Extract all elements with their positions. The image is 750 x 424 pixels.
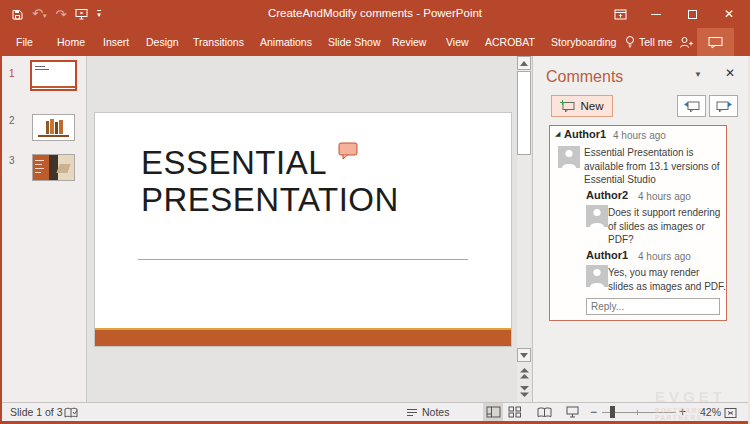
zoom-level[interactable]: 42% — [700, 406, 721, 418]
ribbon-tab-bar: File Home Insert Design Transitions Anim… — [0, 28, 750, 56]
slide-accent-bar — [95, 328, 511, 346]
tab-slide-show[interactable]: Slide Show — [328, 36, 381, 48]
avatar — [558, 146, 580, 168]
new-comment-icon — [560, 100, 575, 113]
panel-options-chevron-icon[interactable]: ▼ — [694, 70, 702, 79]
comments-panel: Comments ▼ ✕ New ◢ Author1 4 hours ago E… — [532, 56, 748, 402]
zoom-in-button[interactable]: + — [679, 405, 686, 419]
slide-thumbnail-panel: 1 2 3 — [0, 56, 87, 402]
reply-text: Does it support rendering of slides as i… — [608, 206, 729, 247]
window-left-border — [0, 402, 2, 421]
zoom-out-button[interactable]: − — [590, 405, 597, 419]
zoom-slider-center-tick — [637, 410, 638, 415]
slide-number: 1 — [9, 68, 15, 79]
spellcheck-icon[interactable] — [64, 407, 78, 419]
previous-slide-button[interactable] — [517, 366, 531, 380]
slide-thumbnail-1[interactable] — [30, 60, 77, 91]
slide-status: Slide 1 of 3 — [10, 406, 63, 418]
slide-sorter-icon — [508, 406, 522, 418]
tab-transitions[interactable]: Transitions — [193, 36, 244, 48]
notes-button[interactable]: Notes — [422, 406, 449, 418]
share-person-icon — [678, 36, 694, 49]
previous-comment-button[interactable] — [677, 95, 706, 117]
tab-file[interactable]: File — [16, 36, 33, 48]
slide-sorter-view-button[interactable] — [505, 403, 525, 421]
slide-title: ESSENTIAL PRESENTATION — [141, 144, 399, 218]
tab-insert[interactable]: Insert — [103, 36, 129, 48]
tab-animations[interactable]: Animations — [260, 36, 312, 48]
slide-divider-line — [138, 259, 468, 260]
close-button[interactable]: ✕ — [721, 0, 737, 28]
maximize-button[interactable] — [684, 0, 700, 28]
tab-storyboarding[interactable]: Storyboarding — [551, 36, 616, 48]
fit-slide-to-window-icon[interactable] — [724, 407, 737, 419]
comment-time: 4 hours ago — [613, 130, 666, 141]
comments-toggle-button[interactable] — [697, 28, 734, 56]
next-comment-button[interactable] — [709, 95, 738, 117]
reply-time: 4 hours ago — [638, 251, 691, 262]
title-bar: ↶▾ ↷ ▾ CreateAndModify comments - PowerP… — [0, 0, 750, 28]
tab-acrobat[interactable]: ACROBAT — [485, 36, 535, 48]
slide-thumbnail-2[interactable] — [32, 114, 75, 141]
tab-view[interactable]: View — [446, 36, 469, 48]
comment-indicator-icon[interactable] — [338, 142, 359, 160]
comment-author: Author1 — [564, 128, 606, 140]
slide-canvas[interactable]: ESSENTIAL PRESENTATION — [94, 112, 512, 347]
reading-view-button[interactable] — [534, 403, 554, 421]
comments-icon — [708, 36, 723, 49]
scrollbar-thumb[interactable] — [517, 71, 531, 155]
lightbulb-icon — [625, 35, 635, 49]
scroll-down-button[interactable] — [517, 348, 531, 362]
slideshow-icon — [566, 406, 579, 418]
slideshow-view-button[interactable] — [562, 403, 582, 421]
slide-number: 2 — [9, 115, 15, 126]
window-title: CreateAndModify comments - PowerPoint — [0, 7, 750, 19]
reply-time: 4 hours ago — [638, 191, 691, 202]
previous-comment-icon — [684, 100, 700, 113]
panel-close-icon[interactable]: ✕ — [725, 66, 735, 80]
reply-input[interactable] — [586, 298, 720, 315]
comment-text: Essential Presentation is available from… — [584, 146, 729, 187]
notes-icon — [406, 408, 418, 418]
reply-author: Author1 — [586, 249, 628, 261]
avatar — [586, 265, 608, 287]
avatar — [586, 205, 608, 227]
scroll-up-button[interactable] — [517, 56, 531, 70]
tell-me-box[interactable]: Tell me — [625, 35, 672, 49]
normal-view-icon — [486, 406, 501, 418]
next-comment-icon — [716, 100, 732, 113]
vertical-scrollbar[interactable] — [517, 56, 531, 402]
tab-review[interactable]: Review — [392, 36, 426, 48]
comments-panel-title: Comments — [546, 68, 623, 86]
share-button[interactable] — [678, 36, 694, 49]
tab-home[interactable]: Home — [57, 36, 85, 48]
collapse-thread-icon[interactable]: ◢ — [555, 130, 560, 138]
tell-me-label: Tell me — [639, 36, 672, 48]
slide-thumbnail-3[interactable] — [32, 154, 75, 181]
minimize-button[interactable] — [648, 0, 664, 28]
status-bar: Slide 1 of 3 Notes − + 42% — [0, 402, 750, 421]
slide-number: 3 — [9, 155, 15, 166]
reading-view-icon — [537, 407, 552, 418]
reply-text: Yes, you may render slides as images and… — [608, 266, 728, 293]
zoom-slider-handle[interactable] — [610, 406, 615, 418]
next-slide-button[interactable] — [517, 384, 531, 398]
new-comment-button[interactable]: New — [551, 95, 613, 117]
slide-editor-area: ESSENTIAL PRESENTATION — [88, 56, 517, 402]
normal-view-button[interactable] — [483, 403, 503, 421]
comment-thread-card: ◢ Author1 4 hours ago Essential Presenta… — [549, 125, 727, 321]
reply-author: Author2 — [586, 189, 628, 201]
tab-design[interactable]: Design — [146, 36, 179, 48]
ribbon-display-options-button[interactable] — [612, 0, 628, 28]
